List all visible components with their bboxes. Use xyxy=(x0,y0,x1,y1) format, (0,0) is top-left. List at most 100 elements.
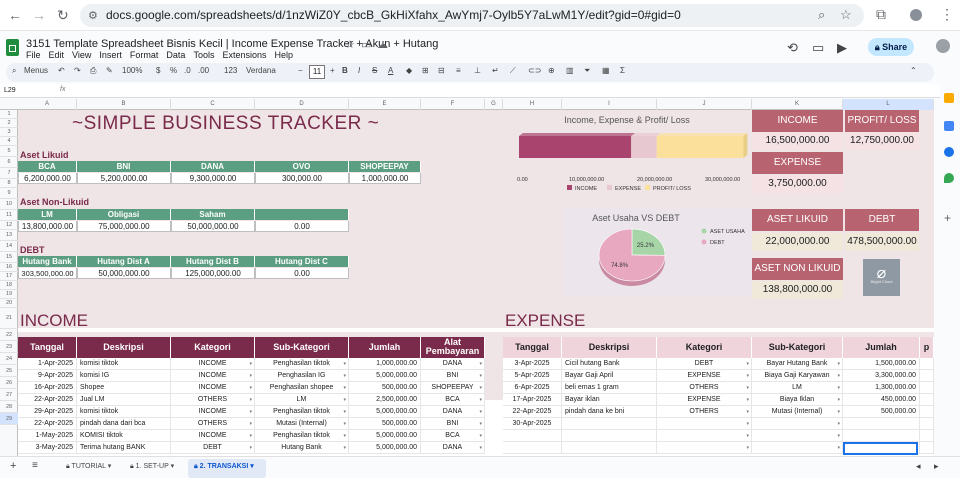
table-cell[interactable]: Hutang Bank ▾ xyxy=(255,442,349,454)
dropdown-chevron-icon[interactable]: ▾ xyxy=(837,382,840,393)
table-cell[interactable]: 22-Apr-2025 xyxy=(18,394,77,406)
income-expense-chart[interactable]: Income, Expense & Profit/ Loss 0.00 10,00… xyxy=(503,110,751,197)
dropdown-chevron-icon[interactable]: ▾ xyxy=(479,382,482,393)
table-cell[interactable]: Penghasilan IG ▾ xyxy=(255,370,349,382)
aset-nonlikuid-value[interactable]: 13,800,000.00 xyxy=(18,221,77,232)
collapse-toolbar-icon[interactable]: ⌃ xyxy=(910,66,917,75)
table-cell[interactable] xyxy=(503,430,562,442)
meet-video-icon[interactable]: ▶ xyxy=(837,40,847,56)
dropdown-chevron-icon[interactable]: ▾ xyxy=(479,406,482,417)
table-cell[interactable]: 1,000,000.00 xyxy=(349,358,421,370)
extensions-icon[interactable]: ⧉ xyxy=(876,6,886,23)
row-header[interactable]: 4 xyxy=(0,137,18,146)
row-header[interactable]: 27 xyxy=(0,389,18,401)
dropdown-chevron-icon[interactable]: ▾ xyxy=(746,406,749,417)
table-cell[interactable]: 3,300,000.00 xyxy=(843,370,920,382)
row-header[interactable]: 29 xyxy=(0,413,18,425)
table-cell[interactable] xyxy=(920,358,934,370)
debt-value[interactable]: 303,500,000.00 xyxy=(18,268,77,279)
table-cell[interactable] xyxy=(920,406,934,418)
column-header[interactable]: L xyxy=(843,99,934,110)
aset-nonlikuid-value[interactable]: 0.00 xyxy=(255,221,349,232)
dropdown-chevron-icon[interactable]: ▾ xyxy=(746,430,749,441)
spreadsheet-grid[interactable]: A B C D E F G H I J K L 1 2 3 4 5 6 7 8 9 10 11 12 1… xyxy=(0,99,934,456)
row-header[interactable]: 3 xyxy=(0,128,18,137)
url-bar[interactable]: ⚙ docs.google.com/spreadsheets/d/1nzWiZ0… xyxy=(80,4,864,27)
scroll-left-icon[interactable]: ◂ xyxy=(916,461,921,472)
user-avatar[interactable] xyxy=(936,39,950,53)
dropdown-chevron-icon[interactable]: ▾ xyxy=(837,418,840,429)
dropdown-chevron-icon[interactable]: ▾ xyxy=(837,358,840,369)
column-header[interactable]: H xyxy=(503,99,562,110)
menu-format[interactable]: Format xyxy=(130,50,159,60)
table-cell[interactable]: BCA ▾ xyxy=(421,430,485,442)
table-cell[interactable] xyxy=(843,418,920,430)
debt-value[interactable]: 125,000,000.00 xyxy=(171,268,255,279)
row-header[interactable]: 24 xyxy=(0,353,18,365)
row-header[interactable]: 20 xyxy=(0,299,18,308)
add-sheet-icon[interactable]: + xyxy=(10,460,16,472)
bold-icon[interactable]: B xyxy=(342,66,348,75)
add-addon-icon[interactable]: + xyxy=(944,212,954,224)
contacts-icon[interactable] xyxy=(944,147,954,157)
history-icon[interactable]: ⟲ xyxy=(787,40,798,56)
scroll-right-icon[interactable]: ▸ xyxy=(934,461,939,472)
aset-likuid-value[interactable]: 5,200,000.00 xyxy=(77,173,171,184)
undo-icon[interactable]: ↶ xyxy=(58,66,65,75)
table-cell[interactable]: ▾ xyxy=(657,418,752,430)
table-cell[interactable]: 6-Apr-2025 xyxy=(503,382,562,394)
table-cell[interactable] xyxy=(920,382,934,394)
strikethrough-icon[interactable]: S xyxy=(372,66,377,75)
insert-link-icon[interactable]: ⊂⊃ xyxy=(528,66,541,75)
column-header[interactable]: I xyxy=(562,99,657,110)
table-cell[interactable] xyxy=(920,370,934,382)
row-header[interactable]: 19 xyxy=(0,290,18,299)
menu-data[interactable]: Data xyxy=(166,50,185,60)
table-cell[interactable]: 30-Apr-2025 xyxy=(503,418,562,430)
debt-value[interactable]: 50,000,000.00 xyxy=(77,268,171,279)
table-cell[interactable]: BNI ▾ xyxy=(421,370,485,382)
comment-icon[interactable]: ▭ xyxy=(812,40,824,56)
reload-icon[interactable]: ↻ xyxy=(57,7,69,23)
table-cell[interactable]: 5,000,000.00 xyxy=(349,370,421,382)
table-cell[interactable]: 9-Apr-2025 xyxy=(18,370,77,382)
dropdown-chevron-icon[interactable]: ▾ xyxy=(746,358,749,369)
row-header[interactable]: 22 xyxy=(0,329,18,341)
table-cell[interactable]: EXPENSE ▾ xyxy=(657,394,752,406)
row-header[interactable]: 5 xyxy=(0,146,18,157)
table-cell[interactable]: OTHERS ▾ xyxy=(171,394,255,406)
dropdown-chevron-icon[interactable]: ▾ xyxy=(343,430,346,441)
table-cell[interactable]: INCOME ▾ xyxy=(171,358,255,370)
dropdown-chevron-icon[interactable]: ▾ xyxy=(479,370,482,381)
dropdown-chevron-icon[interactable]: ▾ xyxy=(249,406,252,417)
borders-icon[interactable]: ⊞ xyxy=(422,66,429,75)
row-header[interactable]: 8 xyxy=(0,179,18,188)
dropdown-chevron-icon[interactable]: ▾ xyxy=(249,442,252,453)
table-cell[interactable] xyxy=(562,418,657,430)
dropdown-chevron-icon[interactable]: ▾ xyxy=(837,406,840,417)
table-cell[interactable]: Mutasi (Internal) ▾ xyxy=(752,406,843,418)
menu-insert[interactable]: Insert xyxy=(99,50,122,60)
text-color-icon[interactable]: A xyxy=(388,66,393,75)
table-cell[interactable]: INCOME ▾ xyxy=(171,370,255,382)
table-cell[interactable]: 1-Apr-2025 xyxy=(18,358,77,370)
percent-format[interactable]: % xyxy=(170,66,177,75)
italic-icon[interactable]: I xyxy=(358,66,360,75)
table-cell[interactable]: 16-Apr-2025 xyxy=(18,382,77,394)
table-cell[interactable]: Bayar iklan xyxy=(562,394,657,406)
star-icon[interactable]: ☆ xyxy=(345,38,355,51)
aset-likuid-value[interactable]: 300,000.00 xyxy=(255,173,349,184)
dropdown-chevron-icon[interactable]: ▾ xyxy=(479,442,482,453)
table-cell[interactable]: 5,000,000.00 xyxy=(349,430,421,442)
dropdown-chevron-icon[interactable]: ▾ xyxy=(249,358,252,369)
table-cell[interactable]: ▾ xyxy=(752,442,843,454)
aset-likuid-value[interactable]: 9,300,000.00 xyxy=(171,173,255,184)
table-cell[interactable]: EXPENSE ▾ xyxy=(657,370,752,382)
table-cell[interactable]: KOMISI tiktok xyxy=(77,430,171,442)
table-cell[interactable]: Penghasilan shopee ▾ xyxy=(255,382,349,394)
move-folder-icon[interactable]: ▭ xyxy=(361,38,371,51)
row-header[interactable]: 28 xyxy=(0,401,18,413)
table-cell[interactable]: DANA ▾ xyxy=(421,358,485,370)
table-cell[interactable]: DEBT ▾ xyxy=(657,358,752,370)
back-arrow-icon[interactable]: ← xyxy=(8,7,22,23)
